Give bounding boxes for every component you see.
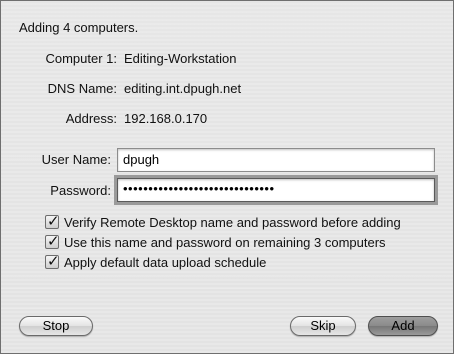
use-remaining-checkbox-label: Use this name and password on remaining … [64,234,386,250]
checkmark-icon: ✓ [47,232,60,250]
verify-checkbox[interactable]: ✓ [45,212,60,230]
sheet-header: Adding 4 computers. [19,20,139,35]
address-value: 192.168.0.170 [124,111,208,126]
use-remaining-checkbox[interactable]: ✓ [45,232,60,250]
upload-schedule-checkbox-label: Apply default data upload schedule [64,254,267,270]
checkmark-icon: ✓ [47,212,60,230]
username-field[interactable]: dpugh [117,148,435,172]
stop-button[interactable]: Stop [19,316,93,336]
dns-value: editing.int.dpugh.net [124,81,242,96]
computer-label: Computer 1: [45,51,117,66]
add-button[interactable]: Add [368,316,438,336]
checkmark-icon: ✓ [47,252,60,270]
password-label: Password: [50,183,111,198]
verify-checkbox-row[interactable]: ✓ Verify Remote Desktop name and passwor… [45,212,401,231]
username-label: User Name: [41,152,111,167]
username-value: dpugh [123,152,160,167]
upload-schedule-checkbox-row[interactable]: ✓ Apply default data upload schedule [45,252,267,271]
password-mask: •••••••••••••••••••••••••••••• [123,181,275,196]
address-label: Address: [65,111,117,126]
computer-name: Editing-Workstation [124,51,237,66]
upload-schedule-checkbox[interactable]: ✓ [45,252,60,270]
skip-button[interactable]: Skip [290,316,356,336]
add-computers-sheet: Adding 4 computers. Computer 1: Editing-… [0,0,454,354]
use-remaining-checkbox-row[interactable]: ✓ Use this name and password on remainin… [45,232,386,251]
dns-label: DNS Name: [47,81,117,96]
verify-checkbox-label: Verify Remote Desktop name and password … [64,214,401,230]
password-field[interactable]: •••••••••••••••••••••••••••••• [114,175,438,205]
